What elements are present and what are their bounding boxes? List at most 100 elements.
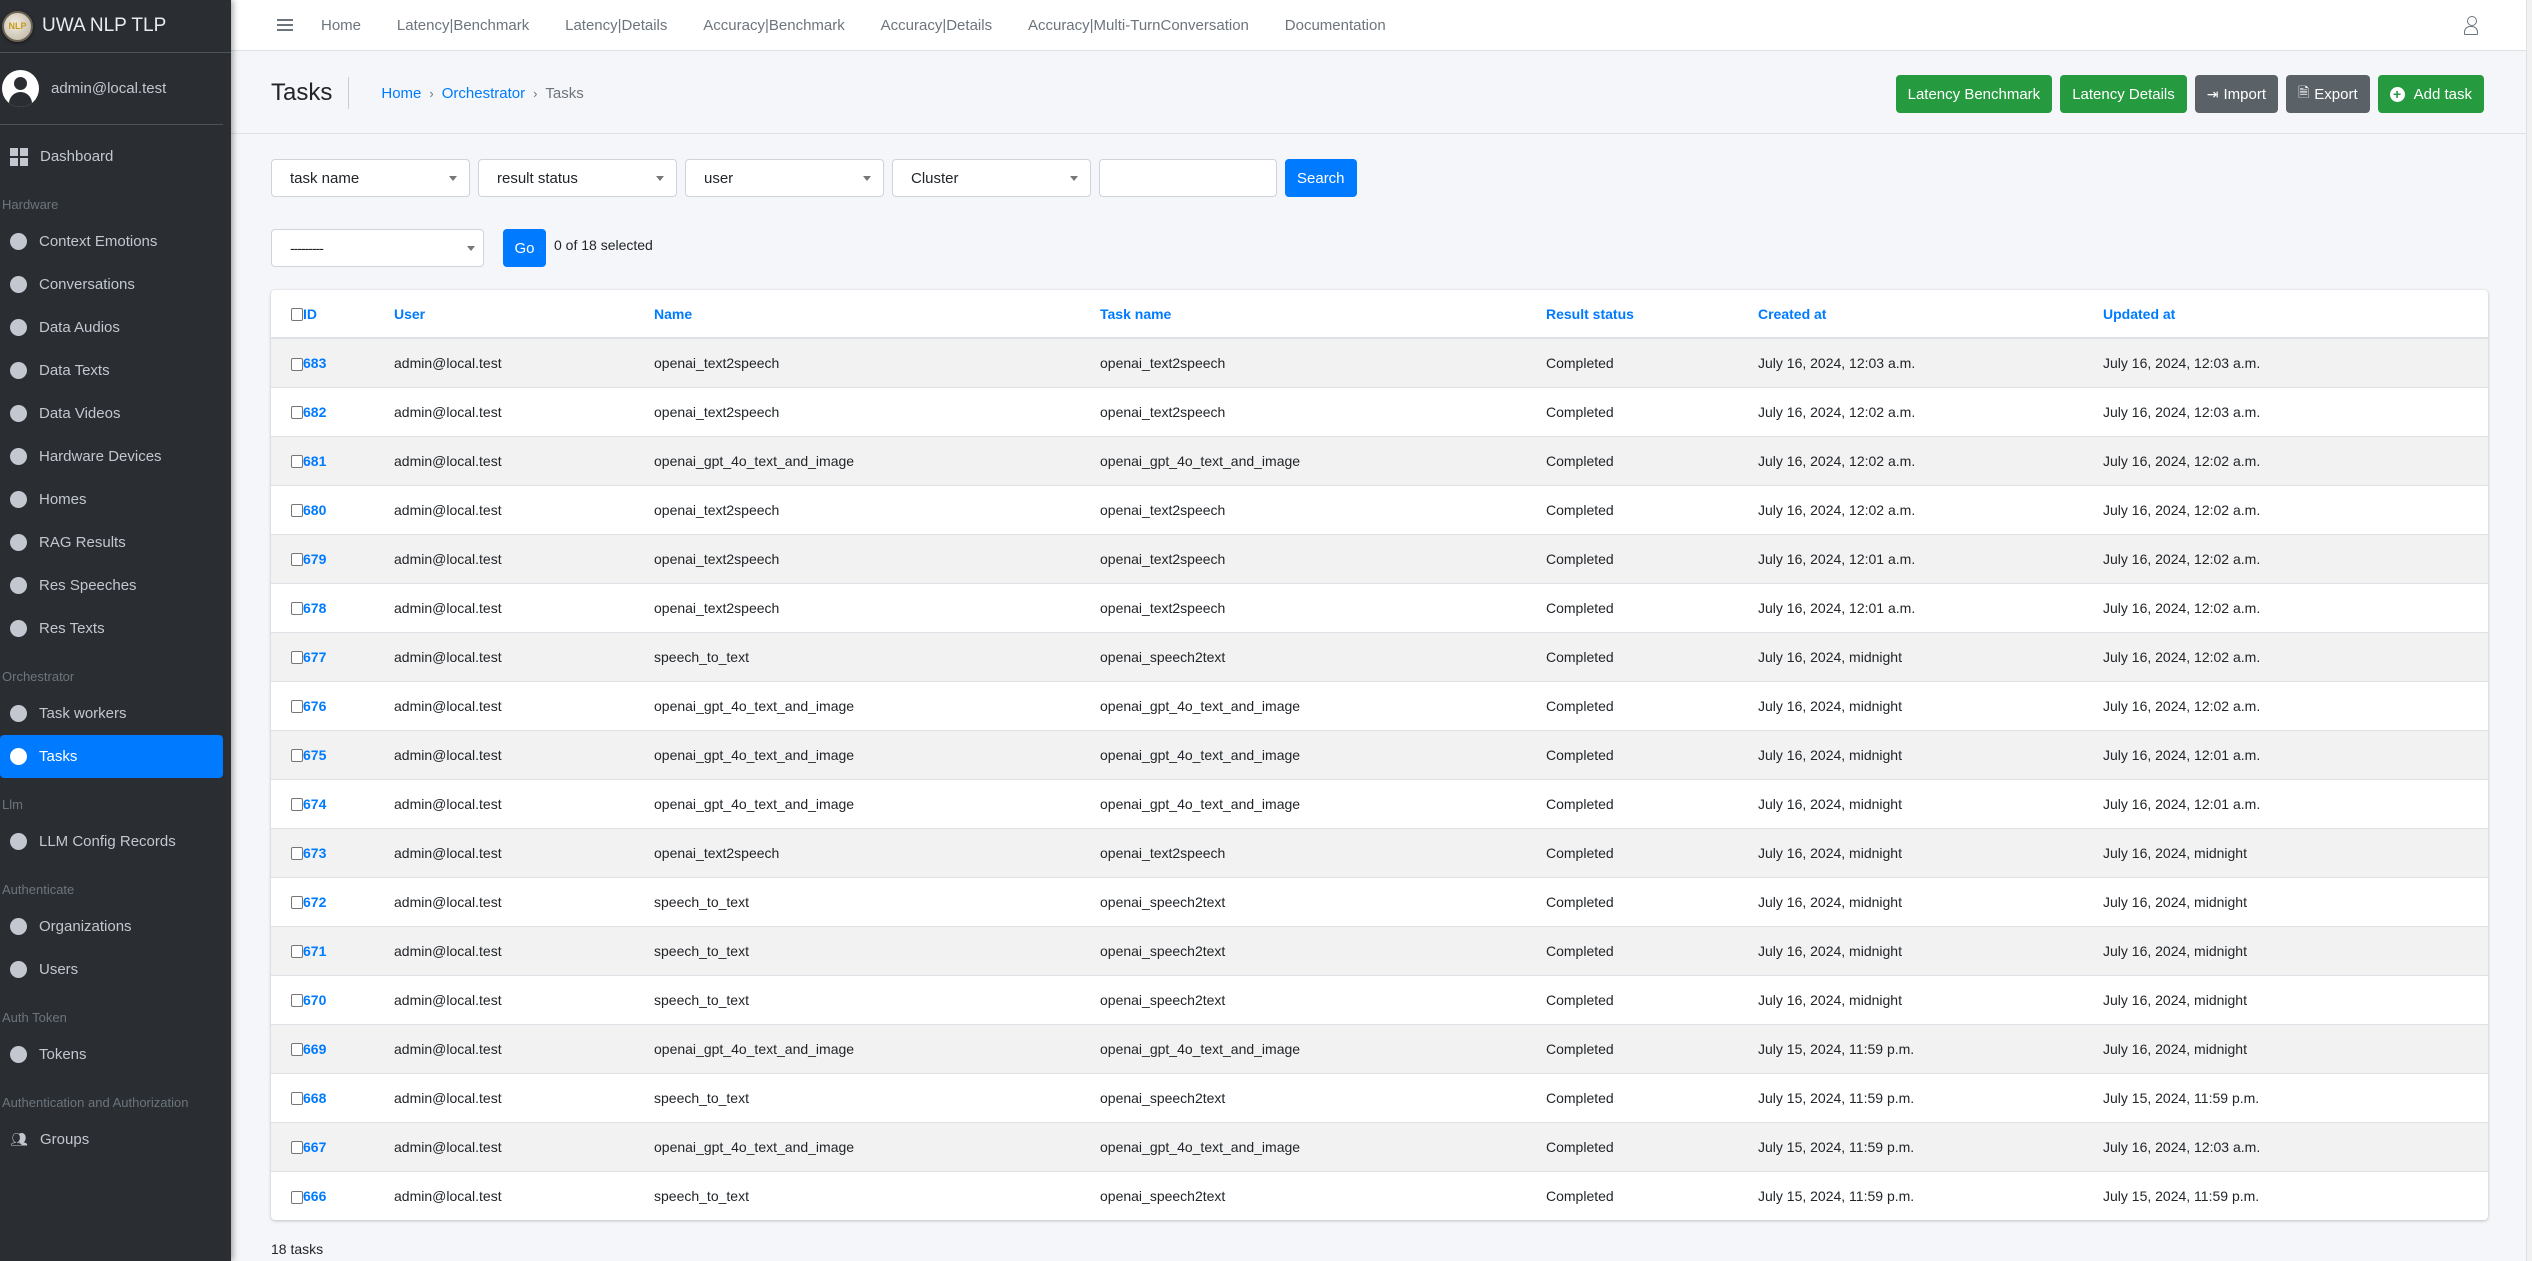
row-checkbox[interactable]	[291, 602, 303, 616]
table-row[interactable]: 679 admin@local.test openai_text2speech ope…	[271, 533, 2488, 583]
latency-benchmark-button[interactable]: Latency Benchmark	[1895, 75, 2053, 113]
row-checkbox[interactable]	[291, 1043, 303, 1057]
search-input[interactable]	[1099, 159, 1277, 197]
table-row[interactable]: 676 admin@local.test openai_gpt_4o_text_an…	[271, 680, 2488, 730]
table-row[interactable]: 666 admin@local.test speech_to_text openai_…	[271, 1170, 2488, 1220]
task-id-link[interactable]: 670	[303, 992, 326, 1008]
brand-link[interactable]: NLP UWA NLP TLP	[0, 0, 231, 53]
row-checkbox[interactable]	[291, 504, 303, 518]
sidebar-item-organizations[interactable]: Organizations	[0, 905, 223, 948]
sidebar-item-data-videos[interactable]: Data Videos	[0, 392, 223, 435]
latency-details-button[interactable]: Latency Details	[2060, 75, 2187, 113]
topnav-link-accuracy-multi-turn[interactable]: Accuracy|Multi-TurnConversation	[1028, 17, 1249, 34]
sidebar-item-groups[interactable]: 👥︎ Groups	[0, 1118, 223, 1161]
column-header-user[interactable]: User	[394, 290, 654, 339]
table-row[interactable]: 680 admin@local.test openai_text2speech ope…	[271, 484, 2488, 534]
table-row[interactable]: 670 admin@local.test speech_to_text openai_…	[271, 974, 2488, 1024]
row-checkbox[interactable]	[291, 749, 303, 763]
sidebar-item-tokens[interactable]: Tokens	[0, 1033, 223, 1076]
task-name-filter[interactable]: task name	[271, 159, 470, 197]
row-checkbox[interactable]	[291, 651, 303, 665]
task-id-link[interactable]: 667	[303, 1139, 326, 1155]
page-scrollbar[interactable]	[2526, 0, 2532, 1261]
column-header-updated-at[interactable]: Updated at	[2103, 290, 2488, 339]
sidebar-item-llm-config-records[interactable]: LLM Config Records	[0, 820, 223, 863]
column-header-name[interactable]: Name	[654, 290, 1100, 339]
task-id-link[interactable]: 673	[303, 845, 326, 861]
user-icon[interactable]	[2464, 16, 2478, 36]
table-row[interactable]: 672 admin@local.test speech_to_text openai_…	[271, 876, 2488, 926]
task-id-link[interactable]: 669	[303, 1041, 326, 1057]
column-header-id[interactable]: ID	[303, 290, 394, 339]
export-button[interactable]: 🗎︎ Export	[2286, 75, 2370, 113]
column-header-result-status[interactable]: Result status	[1546, 290, 1758, 339]
task-id-link[interactable]: 675	[303, 747, 326, 763]
topnav-link-documentation[interactable]: Documentation	[1285, 17, 1386, 34]
select-all-checkbox[interactable]	[291, 308, 303, 322]
topnav-link-latency-benchmark[interactable]: Latency|Benchmark	[397, 17, 529, 34]
row-checkbox[interactable]	[291, 455, 303, 469]
task-id-link[interactable]: 666	[303, 1188, 326, 1204]
row-checkbox[interactable]	[291, 945, 303, 959]
breadcrumb-orchestrator[interactable]: Orchestrator	[442, 85, 525, 102]
go-button[interactable]: Go	[503, 229, 546, 267]
row-checkbox[interactable]	[291, 896, 303, 910]
user-panel[interactable]: admin@local.test	[0, 53, 223, 125]
task-id-link[interactable]: 683	[303, 355, 326, 371]
sidebar-item-context-emotions[interactable]: Context Emotions	[0, 220, 223, 263]
sidebar-item-hardware-devices[interactable]: Hardware Devices	[0, 435, 223, 478]
breadcrumb-home[interactable]: Home	[381, 85, 421, 102]
row-checkbox[interactable]	[291, 553, 303, 567]
table-row[interactable]: 677 admin@local.test speech_to_text openai_…	[271, 631, 2488, 681]
row-checkbox[interactable]	[291, 406, 303, 420]
task-id-link[interactable]: 676	[303, 698, 326, 714]
task-id-link[interactable]: 682	[303, 404, 326, 420]
result-status-filter[interactable]: result status	[478, 159, 677, 197]
table-row[interactable]: 668 admin@local.test speech_to_text openai_…	[271, 1072, 2488, 1122]
table-row[interactable]: 683 admin@local.test openai_text2speech ope…	[271, 337, 2488, 387]
sidebar-item-dashboard[interactable]: Dashboard	[0, 135, 223, 178]
row-checkbox[interactable]	[291, 994, 303, 1008]
table-row[interactable]: 674 admin@local.test openai_gpt_4o_text_an…	[271, 778, 2488, 828]
bulk-action-select[interactable]: ---------	[271, 229, 484, 267]
sidebar-item-res-texts[interactable]: Res Texts	[0, 607, 223, 650]
task-id-link[interactable]: 677	[303, 649, 326, 665]
sidebar-item-homes[interactable]: Homes	[0, 478, 223, 521]
column-header-task-name[interactable]: Task name	[1100, 290, 1546, 339]
task-id-link[interactable]: 678	[303, 600, 326, 616]
sidebar-item-users[interactable]: Users	[0, 948, 223, 991]
sidebar-item-data-audios[interactable]: Data Audios	[0, 306, 223, 349]
topnav-link-accuracy-benchmark[interactable]: Accuracy|Benchmark	[703, 17, 844, 34]
table-row[interactable]: 669 admin@local.test openai_gpt_4o_text_an…	[271, 1023, 2488, 1073]
sidebar-item-data-texts[interactable]: Data Texts	[0, 349, 223, 392]
table-row[interactable]: 678 admin@local.test openai_text2speech ope…	[271, 582, 2488, 632]
row-checkbox[interactable]	[291, 700, 303, 714]
sidebar-item-res-speeches[interactable]: Res Speeches	[0, 564, 223, 607]
task-id-link[interactable]: 672	[303, 894, 326, 910]
task-id-link[interactable]: 671	[303, 943, 326, 959]
table-row[interactable]: 667 admin@local.test openai_gpt_4o_text_an…	[271, 1121, 2488, 1171]
add-task-button[interactable]: + Add task	[2377, 75, 2484, 113]
row-checkbox[interactable]	[291, 1092, 303, 1106]
row-checkbox[interactable]	[291, 847, 303, 861]
topnav-link-accuracy-details[interactable]: Accuracy|Details	[881, 17, 992, 34]
row-checkbox[interactable]	[291, 357, 303, 371]
sidebar-item-rag-results[interactable]: RAG Results	[0, 521, 223, 564]
user-filter[interactable]: user	[685, 159, 884, 197]
topnav-link-latency-details[interactable]: Latency|Details	[565, 17, 667, 34]
task-id-link[interactable]: 679	[303, 551, 326, 567]
task-id-link[interactable]: 680	[303, 502, 326, 518]
column-header-created-at[interactable]: Created at	[1758, 290, 2103, 339]
table-row[interactable]: 682 admin@local.test openai_text2speech ope…	[271, 386, 2488, 436]
sidebar-item-tasks[interactable]: Tasks	[0, 735, 223, 778]
table-row[interactable]: 671 admin@local.test speech_to_text openai_…	[271, 925, 2488, 975]
search-button[interactable]: Search	[1285, 159, 1357, 197]
sidebar-item-conversations[interactable]: Conversations	[0, 263, 223, 306]
topnav-link-home[interactable]: Home	[321, 17, 361, 34]
sidebar-item-task-workers[interactable]: Task workers	[0, 692, 223, 735]
task-id-link[interactable]: 674	[303, 796, 326, 812]
table-row[interactable]: 675 admin@local.test openai_gpt_4o_text_an…	[271, 729, 2488, 779]
task-id-link[interactable]: 668	[303, 1090, 326, 1106]
cluster-filter[interactable]: Cluster	[892, 159, 1091, 197]
row-checkbox[interactable]	[291, 1141, 303, 1155]
